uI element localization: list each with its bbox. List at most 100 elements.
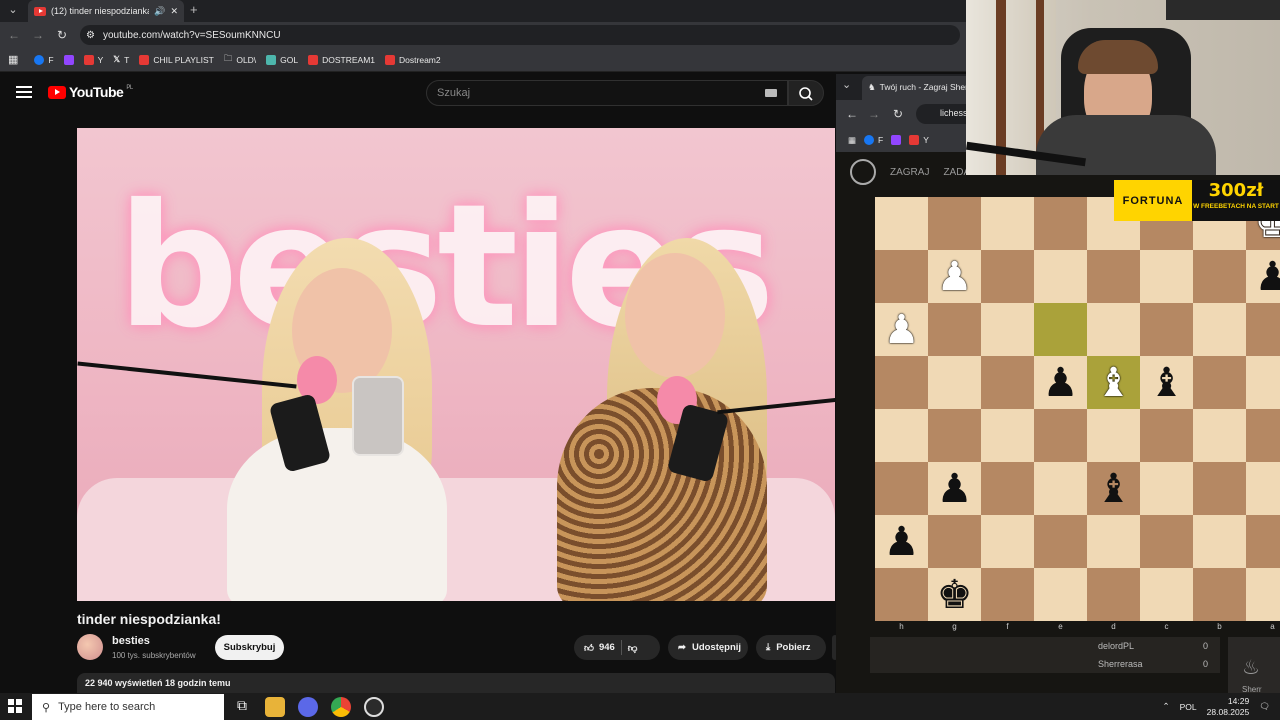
board-square[interactable]: ♟ bbox=[928, 250, 981, 303]
board-square[interactable] bbox=[1087, 303, 1140, 356]
bookmark-youtube[interactable]: Y bbox=[83, 54, 103, 65]
board-square[interactable]: ♟ bbox=[875, 303, 928, 356]
board-square[interactable] bbox=[875, 250, 928, 303]
bookmark-facebook[interactable]: F bbox=[34, 54, 54, 65]
like-button[interactable]: 👍︎ 946 bbox=[584, 642, 615, 654]
board-square[interactable] bbox=[928, 303, 981, 356]
bookmark-folder-old[interactable]: 🗀 OLD\ bbox=[224, 53, 256, 67]
board-square[interactable] bbox=[1034, 568, 1087, 621]
taskbar-search-input[interactable]: ⚲ Type here to search bbox=[32, 694, 224, 720]
chess-board[interactable]: ♚ ♟ ♟ ♟ ♟ ♝ ♝ ♟ ♝ ♟ ♚ bbox=[875, 197, 1280, 621]
board-square[interactable] bbox=[1034, 515, 1087, 568]
bookmark-gol[interactable]: GOL bbox=[266, 54, 298, 65]
back-icon[interactable]: ← bbox=[844, 106, 860, 122]
video-player[interactable]: besties bbox=[77, 128, 835, 601]
obs-icon[interactable] bbox=[364, 697, 384, 717]
black-pawn-icon[interactable]: ♟ bbox=[884, 522, 920, 562]
share-button[interactable]: ➦ Udostępnij bbox=[668, 635, 748, 660]
board-square[interactable]: ♝ bbox=[1140, 356, 1193, 409]
channel-name[interactable]: besties bbox=[112, 635, 150, 647]
board-square[interactable] bbox=[1140, 568, 1193, 621]
hamburger-menu-icon[interactable] bbox=[16, 86, 32, 100]
board-square[interactable] bbox=[981, 515, 1034, 568]
board-square[interactable] bbox=[1193, 303, 1246, 356]
tab-lichess[interactable]: ♞ Twój ruch - Zagraj Sherrerasa bbox=[862, 76, 972, 100]
board-square[interactable] bbox=[1034, 250, 1087, 303]
black-pawn-icon[interactable]: ♟ bbox=[937, 469, 973, 509]
forward-icon[interactable]: → bbox=[866, 106, 882, 122]
player-name[interactable]: delordPL bbox=[1098, 641, 1134, 651]
board-square[interactable] bbox=[1034, 303, 1087, 356]
board-square[interactable] bbox=[875, 197, 928, 250]
bookmark-x[interactable]: 𝕏T bbox=[113, 54, 129, 65]
board-square[interactable]: ♟ bbox=[1246, 250, 1280, 303]
tab-search-chevron-icon[interactable]: ⌄ bbox=[4, 2, 22, 18]
board-square[interactable]: ♝ bbox=[1087, 462, 1140, 515]
board-square[interactable] bbox=[1193, 409, 1246, 462]
board-square[interactable] bbox=[1087, 250, 1140, 303]
board-square[interactable]: ♟ bbox=[928, 462, 981, 515]
white-bishop-icon[interactable]: ♝ bbox=[1096, 363, 1132, 403]
bookmark-dostream2[interactable]: Dostream2 bbox=[385, 54, 441, 65]
task-view-icon[interactable]: ⧉ bbox=[232, 697, 252, 717]
discord-icon[interactable] bbox=[298, 697, 318, 717]
notifications-icon[interactable]: 🗨︎ bbox=[1259, 701, 1270, 712]
board-square[interactable] bbox=[1246, 356, 1280, 409]
board-square[interactable] bbox=[981, 197, 1034, 250]
board-square[interactable] bbox=[1087, 515, 1140, 568]
speaker-icon[interactable]: 🔊 bbox=[154, 6, 165, 17]
board-square[interactable] bbox=[928, 197, 981, 250]
bookmark-facebook[interactable]: F bbox=[864, 135, 883, 145]
board-square[interactable] bbox=[875, 568, 928, 621]
board-square[interactable] bbox=[928, 409, 981, 462]
black-pawn-icon[interactable]: ♟ bbox=[1043, 363, 1079, 403]
board-square[interactable] bbox=[981, 303, 1034, 356]
reload-icon[interactable]: ↻ bbox=[54, 27, 70, 43]
forward-icon[interactable]: → bbox=[30, 27, 46, 43]
bookmark-chil-playlist[interactable]: CHIL PLAYLIST bbox=[139, 54, 214, 65]
file-explorer-icon[interactable] bbox=[265, 697, 285, 717]
board-square[interactable] bbox=[1140, 303, 1193, 356]
fortuna-ad-banner[interactable]: FORTUNA 300zł W FREEBETACH NA START bbox=[1114, 180, 1280, 221]
new-tab-button[interactable]: + bbox=[190, 2, 204, 18]
chrome-icon[interactable] bbox=[331, 697, 351, 717]
download-button[interactable]: ⤓ Pobierz bbox=[756, 635, 826, 660]
board-square[interactable] bbox=[1193, 462, 1246, 515]
reload-icon[interactable]: ↻ bbox=[890, 106, 906, 122]
url-field[interactable]: ⚙ youtube.com/watch?v=SESoumKNNCU bbox=[80, 25, 960, 45]
board-square[interactable] bbox=[1140, 409, 1193, 462]
language-indicator[interactable]: POL bbox=[1180, 702, 1197, 712]
bookmark-dostream1[interactable]: DOSTREAM1 bbox=[308, 54, 375, 65]
tab-youtube[interactable]: (12) tinder niespodzianka! - 🔊 ✕ bbox=[28, 0, 184, 22]
board-square[interactable] bbox=[928, 356, 981, 409]
board-square[interactable] bbox=[1087, 568, 1140, 621]
board-square[interactable]: ♝ bbox=[1087, 356, 1140, 409]
board-square[interactable] bbox=[1246, 409, 1280, 462]
board-square[interactable] bbox=[1246, 303, 1280, 356]
board-square[interactable] bbox=[1246, 515, 1280, 568]
board-square[interactable] bbox=[1140, 515, 1193, 568]
board-square[interactable] bbox=[1087, 409, 1140, 462]
keyboard-icon[interactable] bbox=[765, 89, 777, 97]
clock[interactable]: 14:29 28.08.2025 bbox=[1207, 696, 1250, 718]
youtube-logo[interactable]: YouTube PL bbox=[48, 84, 133, 100]
board-square[interactable] bbox=[875, 356, 928, 409]
search-input[interactable]: Szukaj bbox=[426, 80, 788, 106]
board-square[interactable]: ♚ bbox=[928, 568, 981, 621]
board-square[interactable] bbox=[1193, 515, 1246, 568]
board-square[interactable] bbox=[981, 409, 1034, 462]
black-bishop-icon[interactable]: ♝ bbox=[1149, 363, 1185, 403]
board-square[interactable] bbox=[981, 356, 1034, 409]
white-pawn-icon[interactable]: ♟ bbox=[937, 257, 973, 297]
white-pawn-icon[interactable]: ♟ bbox=[884, 310, 920, 350]
search-button[interactable] bbox=[788, 80, 824, 106]
channel-avatar[interactable] bbox=[77, 634, 103, 660]
board-square[interactable] bbox=[1034, 409, 1087, 462]
board-square[interactable] bbox=[1193, 356, 1246, 409]
board-square[interactable] bbox=[875, 462, 928, 515]
back-icon[interactable]: ← bbox=[6, 27, 22, 43]
apps-grid-icon[interactable]: ▦ bbox=[848, 135, 856, 146]
lichess-logo-icon[interactable] bbox=[850, 159, 876, 185]
board-square[interactable] bbox=[875, 409, 928, 462]
black-king-icon[interactable]: ♚ bbox=[937, 575, 973, 615]
